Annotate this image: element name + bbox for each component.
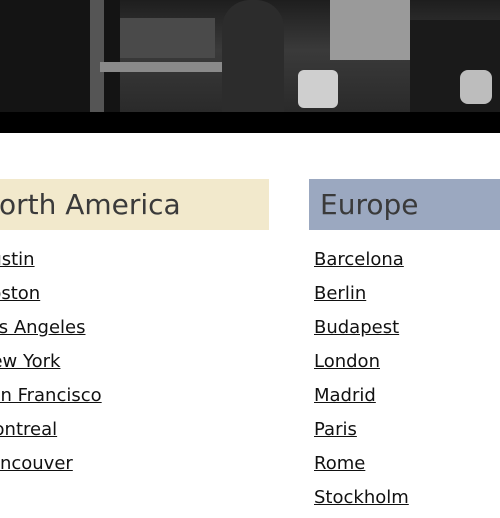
list-item: London: [314, 348, 409, 382]
photo-table: [100, 62, 230, 72]
list-item: Boston: [0, 280, 102, 314]
city-link-madrid[interactable]: Madrid: [314, 385, 376, 406]
list-item: Los Angeles: [0, 314, 102, 348]
list-item: New York: [0, 348, 102, 382]
city-link-budapest[interactable]: Budapest: [314, 317, 399, 338]
list-item: Budapest: [314, 314, 409, 348]
photo-pole: [90, 0, 104, 112]
city-link-berlin[interactable]: Berlin: [314, 283, 366, 304]
list-item: San Francisco: [0, 382, 102, 416]
city-link-rome[interactable]: Rome: [314, 453, 365, 474]
city-link-paris[interactable]: Paris: [314, 419, 357, 440]
hero-photo: [0, 0, 500, 112]
city-link-boston[interactable]: Boston: [0, 283, 40, 304]
city-list-europe: Barcelona Berlin Budapest London Madrid …: [314, 246, 409, 518]
photo-person: [222, 0, 284, 112]
city-link-stockholm[interactable]: Stockholm: [314, 487, 409, 508]
city-link-san-francisco[interactable]: San Francisco: [0, 385, 102, 406]
list-item: Rome: [314, 450, 409, 484]
list-item: Madrid: [314, 382, 409, 416]
list-item: Montreal: [0, 416, 102, 450]
list-item: Barcelona: [314, 246, 409, 280]
photo-basket: [460, 70, 492, 104]
hero-bottom-band: [0, 112, 500, 133]
city-link-london[interactable]: London: [314, 351, 380, 372]
city-list-north-america: Austin Boston Los Angeles New York San F…: [0, 246, 102, 484]
photo-shelf: [120, 18, 215, 58]
list-item: Berlin: [314, 280, 409, 314]
region-header-north-america: North America: [0, 179, 269, 230]
list-item: Vancouver: [0, 450, 102, 484]
list-item: Paris: [314, 416, 409, 450]
region-header-europe: Europe: [309, 179, 500, 230]
city-link-montreal[interactable]: Montreal: [0, 419, 57, 440]
city-link-vancouver[interactable]: Vancouver: [0, 453, 73, 474]
city-link-barcelona[interactable]: Barcelona: [314, 249, 404, 270]
city-link-los-angeles[interactable]: Los Angeles: [0, 317, 86, 338]
photo-bright-window: [330, 0, 410, 60]
city-link-austin[interactable]: Austin: [0, 249, 35, 270]
list-item: Austin: [0, 246, 102, 280]
photo-bag: [298, 70, 338, 108]
city-link-new-york[interactable]: New York: [0, 351, 60, 372]
list-item: Stockholm: [314, 484, 409, 518]
